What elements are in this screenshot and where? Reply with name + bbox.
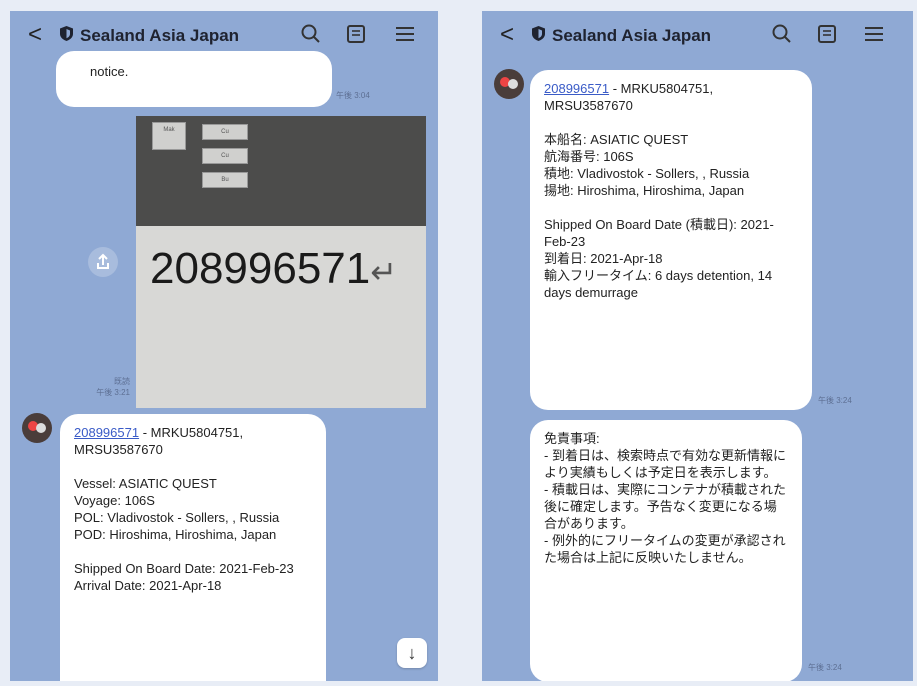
back-icon[interactable]: < bbox=[500, 21, 514, 49]
photo-label: Bu bbox=[202, 172, 248, 188]
disclaimer-bubble: 免責事項: - 到着日は、検索時点で有効な更新情報により実績もしくは予定日を表示… bbox=[530, 420, 802, 681]
avatar-icon[interactable] bbox=[494, 69, 524, 99]
message-time: 午後 3:04 bbox=[336, 91, 370, 100]
date-details: Shipped On Board Date: 2021-Feb-23 Arriv… bbox=[74, 561, 294, 593]
menu-icon[interactable] bbox=[394, 23, 416, 45]
scroll-down-icon[interactable]: ↓ bbox=[397, 638, 427, 668]
tracking-message-bubble-en: 208996571 - MRKU5804751, MRSU3587670 Ves… bbox=[60, 414, 326, 681]
note-icon[interactable] bbox=[345, 23, 367, 45]
tracking-link[interactable]: 208996571 bbox=[544, 81, 609, 96]
disclaimer-time: 午後 3:24 bbox=[808, 663, 842, 672]
photo-label: Mak bbox=[152, 122, 186, 150]
tracking-number-photo[interactable]: Mak Cu Cu Bu 208996571↵ bbox=[136, 116, 426, 408]
tracking-link[interactable]: 208996571 bbox=[74, 425, 139, 440]
note-icon[interactable] bbox=[816, 23, 838, 45]
chat-title: Sealand Asia Japan bbox=[552, 26, 712, 45]
disclaimer-text: 免責事項: - 到着日は、検索時点で有効な更新情報により実績もしくは予定日を表示… bbox=[544, 431, 786, 565]
tracking-message-bubble-ja: 208996571 - MRKU5804751, MRSU3587670 本船名… bbox=[530, 70, 812, 410]
right-chat-screen: < Sealand Asia Japan 208996571 - MRKU580… bbox=[482, 11, 913, 681]
tracking-header: 208996571 - MRKU5804751, MRSU3587670 bbox=[74, 424, 312, 458]
chat-header: < Sealand Asia Japan bbox=[482, 11, 913, 61]
photo-number-text: 208996571 bbox=[150, 244, 371, 293]
photo-time: 午後 3:21 bbox=[96, 388, 130, 397]
previous-message-bubble: notice. bbox=[56, 51, 332, 107]
read-label: 既読 bbox=[114, 377, 130, 386]
search-icon[interactable] bbox=[771, 23, 793, 45]
vessel-details: Vessel: ASIATIC QUEST Voyage: 106S POL: … bbox=[74, 476, 280, 542]
shield-icon bbox=[532, 26, 545, 41]
share-icon[interactable] bbox=[88, 247, 118, 277]
photo-tracking-number: 208996571↵ bbox=[150, 244, 397, 294]
left-chat-screen: < Sealand Asia Japan notice. 午後 3:04 Mak… bbox=[10, 11, 438, 681]
chat-title: Sealand Asia Japan bbox=[80, 26, 240, 45]
previous-message-text: notice. bbox=[90, 64, 129, 79]
return-mark: ↵ bbox=[370, 254, 398, 290]
search-icon[interactable] bbox=[300, 23, 322, 45]
avatar-icon[interactable] bbox=[22, 413, 52, 443]
photo-label: Cu bbox=[202, 124, 248, 140]
vessel-details: 本船名: ASIATIC QUEST 航海番号: 106S 積地: Vladiv… bbox=[544, 132, 750, 198]
message-time: 午後 3:24 bbox=[818, 396, 852, 405]
photo-label: Cu bbox=[202, 148, 248, 164]
back-icon[interactable]: < bbox=[28, 21, 42, 49]
shield-icon bbox=[60, 26, 73, 41]
menu-icon[interactable] bbox=[863, 23, 885, 45]
date-details: Shipped On Board Date (積載日): 2021-Feb-23… bbox=[544, 217, 774, 300]
tracking-header: 208996571 - MRKU5804751, MRSU3587670 bbox=[544, 80, 798, 114]
photo-keyboard-area: Mak Cu Cu Bu bbox=[136, 116, 426, 226]
